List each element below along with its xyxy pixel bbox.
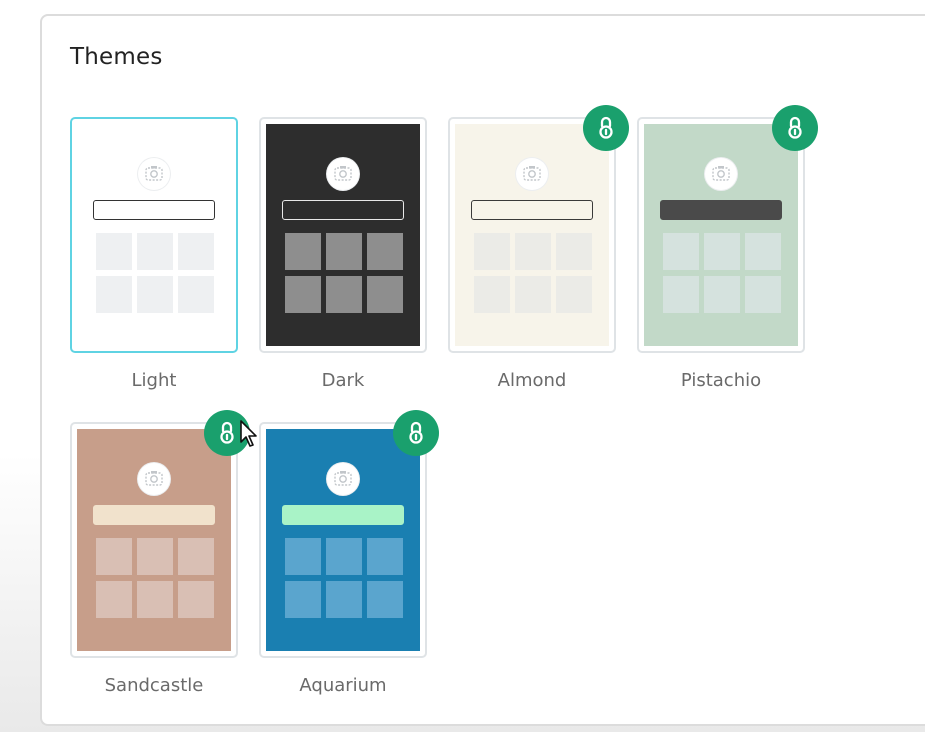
preview-cell [474, 276, 510, 313]
preview-cell [285, 538, 321, 575]
preview-cell [663, 233, 699, 270]
theme-preview-light [77, 124, 231, 346]
preview-grid [474, 233, 596, 315]
preview-bar [282, 505, 404, 525]
theme-label-light: Light [131, 370, 177, 391]
preview-cell [556, 233, 592, 270]
theme-card-dark[interactable] [259, 117, 427, 353]
theme-preview-dark [266, 124, 420, 346]
preview-cell [96, 581, 132, 618]
camera-logo-icon [705, 158, 737, 190]
mouse-pointer-icon [240, 420, 257, 447]
preview-bar [282, 200, 404, 220]
theme-preview-almond [455, 124, 609, 346]
preview-cell [367, 276, 403, 313]
preview-cell [745, 276, 781, 313]
camera-logo-icon [327, 158, 359, 190]
preview-cell [515, 276, 551, 313]
preview-cell [556, 276, 592, 313]
preview-cell [326, 538, 362, 575]
preview-grid [285, 538, 407, 620]
preview-cell [474, 233, 510, 270]
theme-preview-sandcastle [77, 429, 231, 651]
preview-cell [178, 581, 214, 618]
preview-cell [326, 233, 362, 270]
preview-bar [471, 200, 593, 220]
preview-cell [137, 581, 173, 618]
preview-cell [745, 233, 781, 270]
preview-cell [96, 276, 132, 313]
preview-cell [704, 233, 740, 270]
preview-grid [96, 538, 218, 620]
preview-cell [285, 276, 321, 313]
preview-bar [93, 505, 215, 525]
preview-grid [663, 233, 785, 315]
theme-label-dark: Dark [321, 370, 365, 391]
lock-icon[interactable] [393, 410, 439, 456]
preview-cell [137, 233, 173, 270]
preview-cell [326, 581, 362, 618]
preview-bar [93, 200, 215, 220]
preview-cell [178, 276, 214, 313]
theme-card-almond[interactable] [448, 117, 616, 353]
preview-cell [96, 538, 132, 575]
theme-preview-aquarium [266, 429, 420, 651]
theme-label-almond: Almond [497, 370, 567, 391]
preview-cell [367, 233, 403, 270]
preview-cell [367, 581, 403, 618]
preview-cell [285, 581, 321, 618]
camera-logo-icon [138, 158, 170, 190]
preview-cell [178, 538, 214, 575]
preview-grid [285, 233, 407, 315]
theme-label-aquarium: Aquarium [299, 675, 387, 696]
theme-label-pistachio: Pistachio [680, 370, 762, 391]
theme-card-pistachio[interactable] [637, 117, 805, 353]
camera-logo-icon [516, 158, 548, 190]
theme-preview-pistachio [644, 124, 798, 346]
preview-cell [663, 276, 699, 313]
preview-cell [367, 538, 403, 575]
camera-logo-icon [138, 463, 170, 495]
theme-card-aquarium[interactable] [259, 422, 427, 658]
preview-cell [137, 276, 173, 313]
theme-card-light[interactable] [70, 117, 238, 353]
camera-logo-icon [327, 463, 359, 495]
preview-cell [137, 538, 173, 575]
theme-card-sandcastle[interactable] [70, 422, 238, 658]
preview-cell [96, 233, 132, 270]
preview-grid [96, 233, 218, 315]
preview-cell [704, 276, 740, 313]
preview-cell [285, 233, 321, 270]
preview-cell [326, 276, 362, 313]
preview-cell [515, 233, 551, 270]
lock-icon[interactable] [772, 105, 818, 151]
lock-icon[interactable] [583, 105, 629, 151]
theme-label-sandcastle: Sandcastle [104, 675, 204, 696]
preview-bar [660, 200, 782, 220]
preview-cell [178, 233, 214, 270]
section-title: Themes [70, 44, 163, 70]
